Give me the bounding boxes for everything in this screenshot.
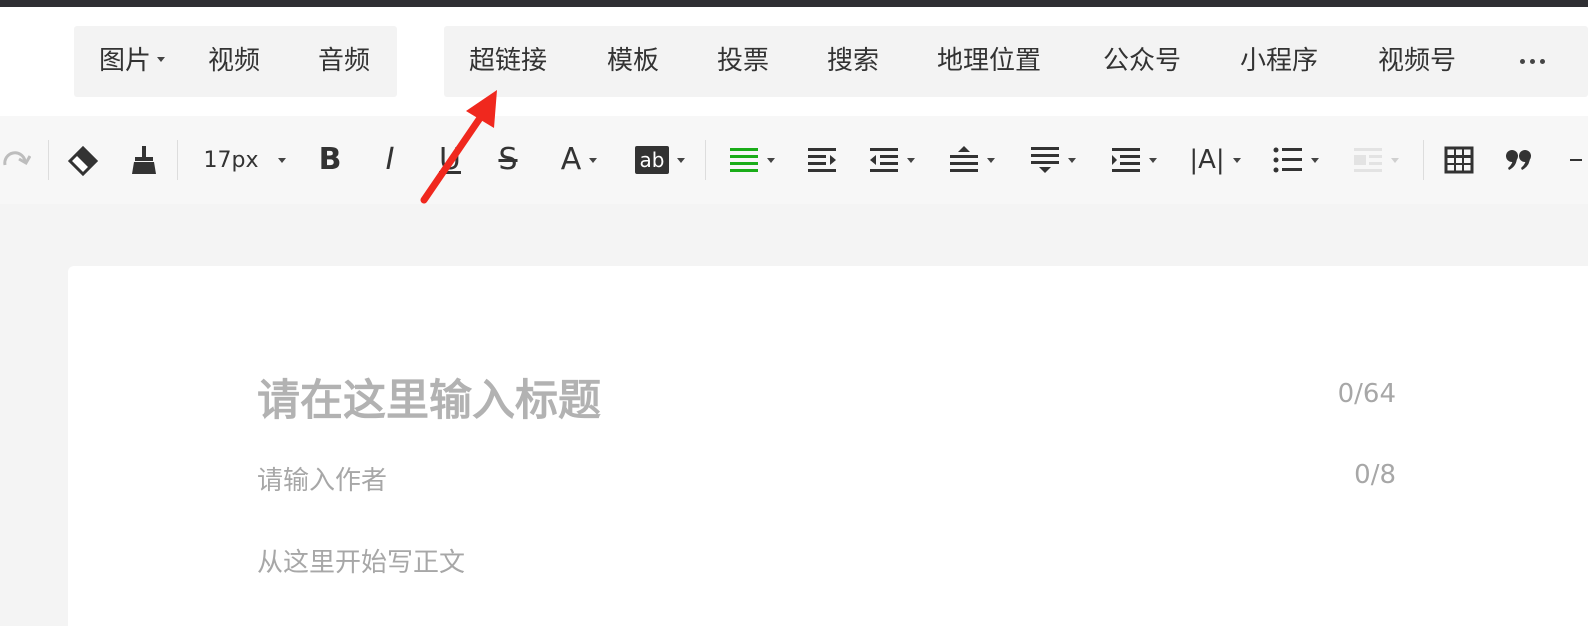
chevron-down-icon bbox=[1391, 157, 1399, 163]
font-color-icon[interactable]: A bbox=[550, 116, 608, 204]
bg-color-glyph: ab bbox=[634, 146, 670, 174]
letter-spacing-glyph: |A| bbox=[1189, 145, 1225, 175]
align-justify-icon[interactable] bbox=[722, 116, 782, 204]
format-brush-icon[interactable] bbox=[124, 116, 164, 204]
toolbar-divider bbox=[1423, 140, 1424, 180]
insert-image-button[interactable]: 图片 bbox=[99, 26, 166, 97]
insert-video-button[interactable]: 视频 bbox=[208, 26, 260, 97]
toolbar-divider bbox=[705, 140, 706, 180]
strike-glyph: S bbox=[498, 142, 518, 177]
format-toolbar: 17px B I U S A ab |A| bbox=[0, 116, 1588, 204]
chevron-down-icon bbox=[987, 157, 995, 163]
body-editor[interactable]: 从这里开始写正文 bbox=[257, 542, 465, 579]
insert-hyperlink-button[interactable]: 超链接 bbox=[469, 26, 547, 97]
divider-line-icon[interactable] bbox=[1556, 116, 1588, 204]
insert-search-button[interactable]: 搜索 bbox=[827, 26, 879, 97]
quote-icon[interactable] bbox=[1498, 116, 1540, 204]
italic-glyph: I bbox=[385, 142, 395, 177]
author-char-count: 0/8 bbox=[1354, 460, 1396, 490]
chevron-down-icon bbox=[157, 57, 166, 62]
more-dots-icon[interactable] bbox=[1520, 59, 1550, 64]
indent-icon[interactable] bbox=[802, 116, 842, 204]
author-input[interactable]: 请输入作者 bbox=[257, 460, 387, 497]
window-top-bar bbox=[0, 0, 1588, 7]
title-input[interactable]: 请在这里输入标题 bbox=[257, 366, 601, 428]
font-size-select[interactable]: 17px bbox=[196, 116, 294, 204]
redo-icon[interactable] bbox=[0, 116, 32, 204]
bold-icon[interactable]: B bbox=[310, 116, 350, 204]
editor-page: 请在这里输入标题 0/64 请输入作者 0/8 从这里开始写正文 bbox=[68, 266, 1588, 626]
insert-location-button[interactable]: 地理位置 bbox=[937, 26, 1041, 97]
title-char-count: 0/64 bbox=[1337, 379, 1396, 409]
chevron-down-icon bbox=[278, 157, 287, 163]
insert-image-label: 图片 bbox=[99, 46, 152, 76]
font-size-value: 17px bbox=[203, 147, 259, 173]
toolbar-divider bbox=[177, 140, 178, 180]
chevron-down-icon bbox=[767, 157, 775, 163]
chevron-down-icon bbox=[589, 157, 598, 163]
insert-channels-button[interactable]: 视频号 bbox=[1378, 26, 1456, 97]
line-height-icon[interactable] bbox=[942, 116, 1002, 204]
media-insert-group: 图片 视频 音频 bbox=[74, 26, 397, 97]
insert-official-account-button[interactable]: 公众号 bbox=[1103, 26, 1181, 97]
underline-icon[interactable]: U bbox=[430, 116, 470, 204]
bold-glyph: B bbox=[318, 142, 342, 177]
list-icon[interactable] bbox=[1266, 116, 1326, 204]
strikethrough-icon[interactable]: S bbox=[488, 116, 528, 204]
background-color-icon[interactable]: ab bbox=[630, 116, 690, 204]
outdent-icon[interactable] bbox=[862, 116, 922, 204]
insert-audio-button[interactable]: 音频 bbox=[318, 26, 370, 97]
margin-icon[interactable] bbox=[1104, 116, 1164, 204]
toolbar-divider bbox=[48, 140, 49, 180]
chevron-down-icon bbox=[1068, 157, 1076, 163]
paragraph-spacing-icon[interactable] bbox=[1022, 116, 1084, 204]
eraser-icon[interactable] bbox=[62, 116, 104, 204]
image-float-icon bbox=[1346, 116, 1406, 204]
component-insert-group: 超链接 模板 投票 搜索 地理位置 公众号 小程序 视频号 bbox=[444, 26, 1588, 97]
underline-glyph: U bbox=[439, 142, 461, 177]
insert-vote-button[interactable]: 投票 bbox=[717, 26, 769, 97]
chevron-down-icon bbox=[677, 157, 686, 163]
table-icon[interactable] bbox=[1438, 116, 1480, 204]
chevron-down-icon bbox=[907, 157, 915, 163]
editor-canvas: 请在这里输入标题 0/64 请输入作者 0/8 从这里开始写正文 bbox=[0, 204, 1588, 626]
font-color-glyph: A bbox=[560, 142, 582, 177]
insert-menu-bar: 图片 视频 音频 超链接 模板 投票 搜索 地理位置 公众号 小程序 视频号 bbox=[0, 7, 1588, 116]
letter-spacing-icon[interactable]: |A| bbox=[1184, 116, 1246, 204]
chevron-down-icon bbox=[1232, 157, 1241, 163]
italic-icon[interactable]: I bbox=[370, 116, 410, 204]
chevron-down-icon bbox=[1311, 157, 1319, 163]
chevron-down-icon bbox=[1149, 157, 1157, 163]
insert-mini-program-button[interactable]: 小程序 bbox=[1240, 26, 1318, 97]
insert-template-button[interactable]: 模板 bbox=[607, 26, 659, 97]
